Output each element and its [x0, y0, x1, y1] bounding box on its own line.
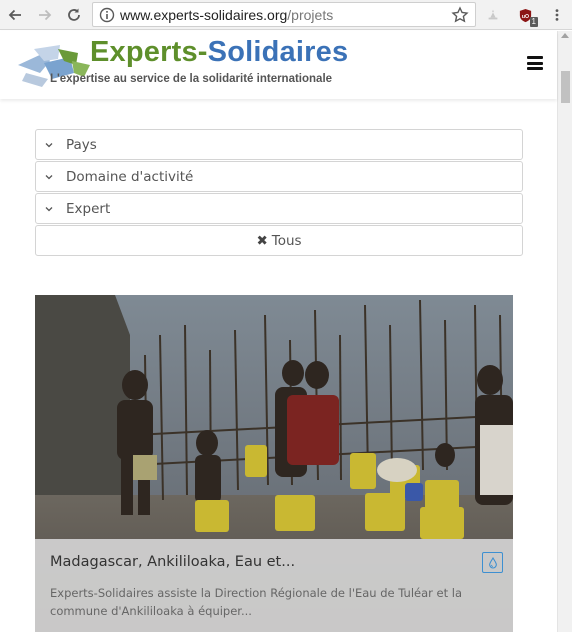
back-arrow-icon — [8, 9, 21, 21]
page-scrollbar[interactable] — [557, 31, 572, 632]
extension-button[interactable] — [482, 4, 504, 26]
address-bar[interactable]: www.experts-solidaires.org/projets — [92, 2, 476, 27]
browser-toolbar: www.experts-solidaires.org/projets uO 1 — [0, 0, 572, 30]
site-header: Experts-Solidaires L'expertise au servic… — [0, 31, 557, 99]
filter-pays[interactable]: Pays — [35, 129, 523, 160]
forward-button[interactable] — [34, 4, 56, 26]
filter-domaine[interactable]: Domaine d'activité — [35, 161, 523, 192]
filter-label: Expert — [66, 201, 111, 217]
project-card[interactable]: Madagascar, Ankililoaka, Eau et... Exper… — [35, 295, 513, 632]
ublock-extension-button[interactable]: uO 1 — [514, 4, 538, 27]
reset-filters-button[interactable]: ✖ Tous — [35, 225, 523, 256]
scroll-thumb[interactable] — [561, 71, 570, 103]
reload-icon — [68, 8, 80, 21]
reload-button[interactable] — [63, 4, 85, 26]
reset-label: Tous — [271, 233, 302, 249]
browser-menu-button[interactable] — [546, 4, 568, 26]
extension-icon — [488, 9, 498, 20]
svg-text:uO: uO — [521, 13, 528, 19]
close-icon: ✖ — [256, 233, 268, 249]
extension-badge: 1 — [529, 17, 538, 27]
chevron-down-icon — [45, 175, 53, 180]
hamburger-menu-icon[interactable] — [527, 56, 543, 70]
filter-expert[interactable]: Expert — [35, 193, 523, 224]
site-tagline: L'expertise au service de la solidarité … — [50, 73, 333, 85]
site-logo-title[interactable]: Experts-Solidaires — [90, 36, 348, 69]
back-button[interactable] — [4, 4, 26, 26]
chevron-down-icon — [45, 207, 53, 212]
scroll-up-arrow-icon[interactable] — [561, 33, 569, 38]
vertical-dots-icon — [555, 9, 559, 21]
forward-arrow-icon — [39, 9, 52, 21]
filter-label: Domaine d'activité — [66, 169, 194, 185]
info-icon[interactable] — [99, 7, 115, 23]
project-excerpt: Experts-Solidaires assiste la Direction … — [50, 586, 463, 618]
chevron-down-icon — [45, 143, 53, 148]
water-drop-icon — [482, 552, 503, 573]
project-caption: Madagascar, Ankililoaka, Eau et... Exper… — [35, 539, 513, 632]
project-title[interactable]: Madagascar, Ankililoaka, Eau et... — [50, 554, 295, 570]
url-text: www.experts-solidaires.org/projets — [120, 7, 334, 23]
bookmark-star-icon[interactable] — [451, 6, 469, 24]
filter-label: Pays — [66, 137, 97, 153]
